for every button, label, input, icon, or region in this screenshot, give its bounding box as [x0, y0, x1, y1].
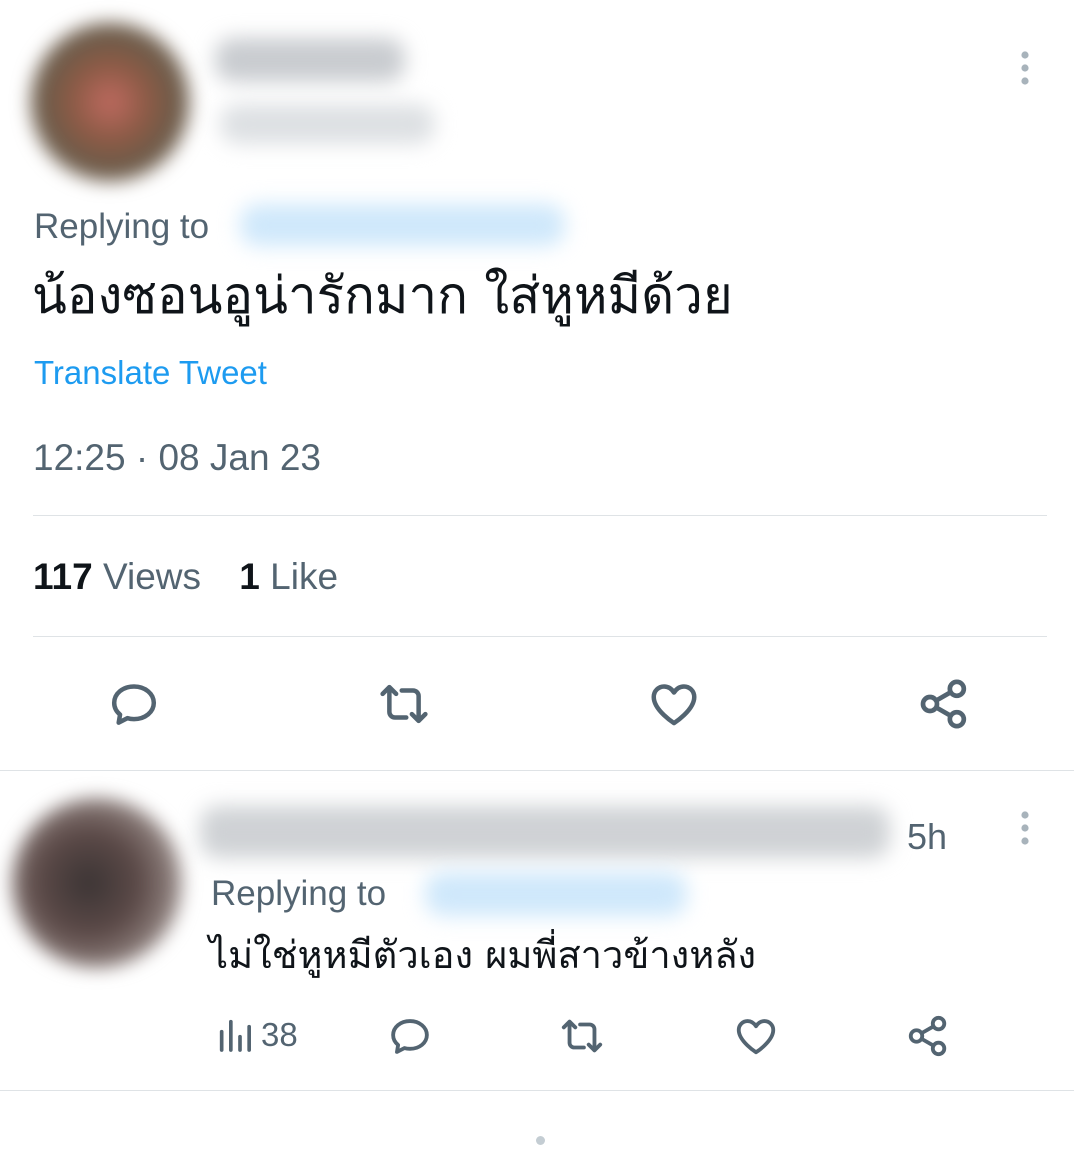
tweet-text: น้องซอนอูน่ารักมาก ใส่หูหมีด้วย — [32, 267, 733, 326]
tweet-timestamp[interactable]: 12:25 · 08 Jan 23 — [33, 435, 321, 481]
replying-to-label: Replying to — [34, 207, 210, 246]
reply-author-avatar[interactable] — [12, 798, 182, 968]
views-label: Views — [102, 556, 202, 597]
loading-indicator — [536, 1136, 545, 1145]
likes-stat[interactable]: 1 Like — [239, 556, 338, 597]
likes-label: Like — [270, 556, 339, 597]
reply-more-options-icon[interactable] — [1010, 808, 1040, 848]
translate-tweet-link[interactable]: Translate Tweet — [34, 352, 267, 394]
divider — [0, 770, 1074, 771]
divider — [33, 636, 1047, 637]
reply-like-icon[interactable] — [728, 1010, 784, 1062]
reply-share-icon[interactable] — [900, 1010, 956, 1062]
more-options-icon[interactable] — [1010, 48, 1040, 88]
reply-views-count: 38 — [261, 1016, 298, 1053]
reply-reply-icon[interactable] — [382, 1010, 438, 1062]
author-avatar[interactable] — [30, 22, 190, 182]
reply-views[interactable]: 38 — [215, 1012, 298, 1058]
tweet-stats: 117 Views 1 Like — [33, 554, 338, 600]
divider — [0, 1090, 1074, 1091]
reply-time-ago[interactable]: 5h — [907, 816, 947, 858]
reply-text: ไม่ใช่หูหมีตัวเอง ผมพี่สาวข้างหลัง — [209, 933, 757, 977]
reply-author-name[interactable] — [200, 806, 890, 858]
share-icon[interactable] — [910, 672, 978, 736]
reply-icon[interactable] — [100, 672, 168, 736]
likes-count: 1 — [239, 556, 260, 597]
reply-replying-to-handle[interactable] — [425, 872, 687, 916]
like-icon[interactable] — [640, 672, 708, 736]
replying-to-handle[interactable] — [240, 204, 565, 246]
author-handle[interactable] — [220, 104, 435, 144]
divider — [33, 515, 1047, 516]
reply-replying-to-label: Replying to — [211, 874, 387, 913]
author-display-name[interactable] — [215, 38, 405, 82]
reply-retweet-icon[interactable] — [554, 1010, 610, 1062]
views-icon — [215, 1015, 255, 1055]
retweet-icon[interactable] — [370, 672, 438, 736]
views-count: 117 — [33, 556, 93, 597]
